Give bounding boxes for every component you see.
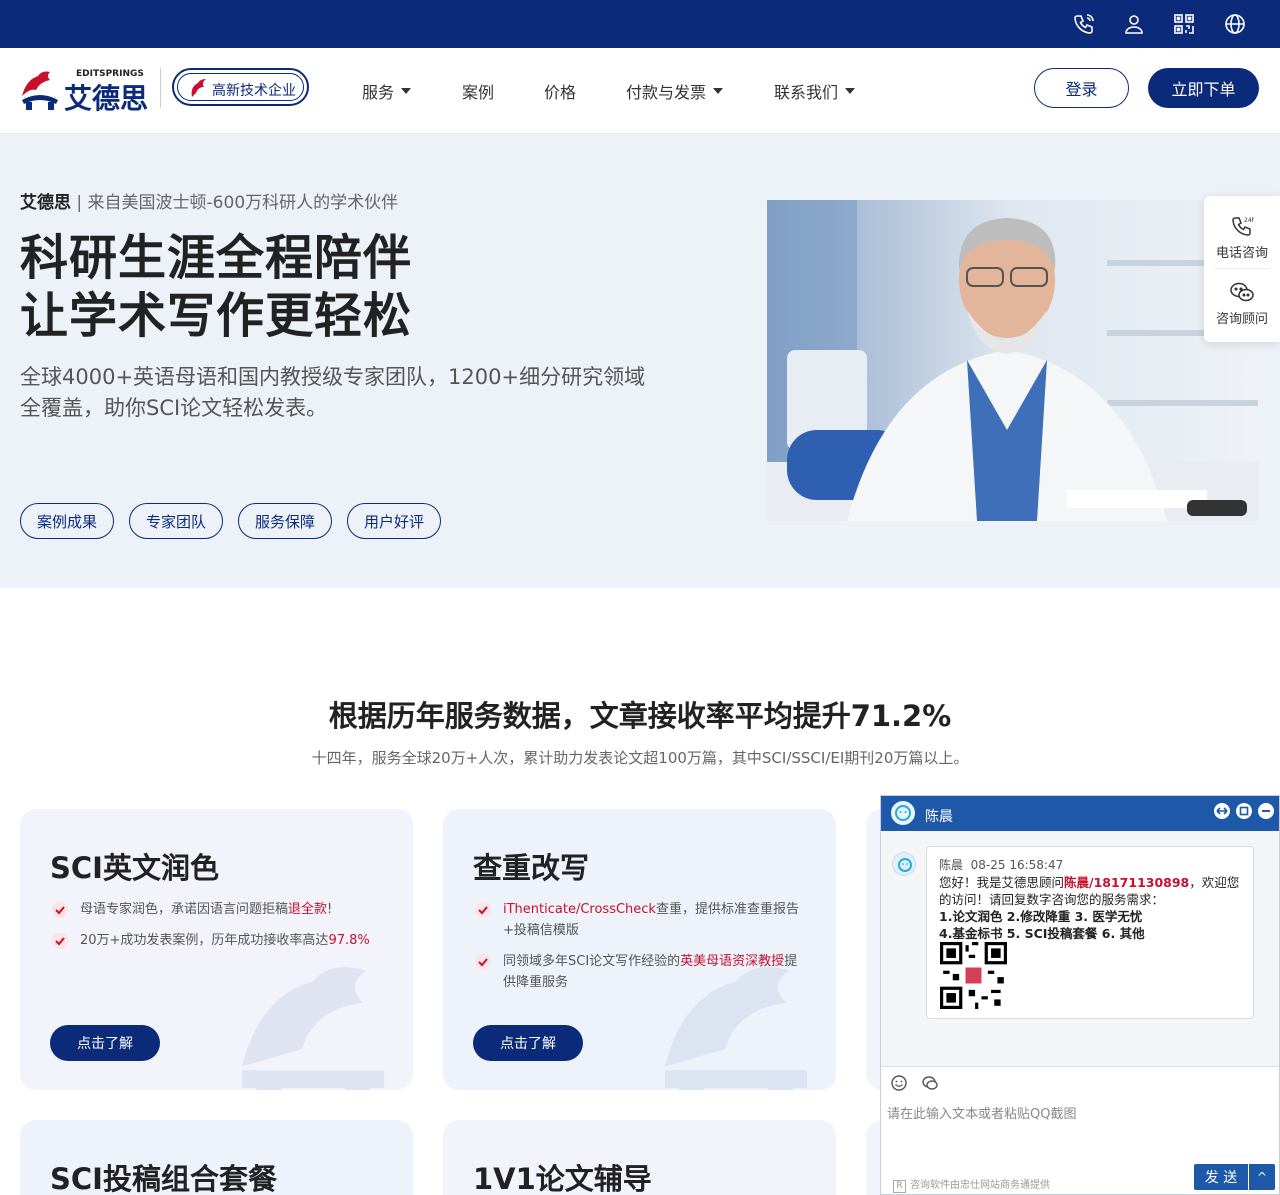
- phone-icon[interactable]: [1072, 12, 1096, 36]
- agent-avatar-icon: [892, 852, 916, 876]
- logo-divider: [160, 68, 161, 108]
- chat-header: 陈晨: [881, 796, 1279, 831]
- nav-item-payment[interactable]: 付款与发票: [626, 79, 724, 103]
- flame-icon: [191, 79, 206, 97]
- login-button[interactable]: 登录: [1034, 68, 1129, 108]
- qrcode-icon[interactable]: [1172, 12, 1196, 36]
- check-icon: [475, 954, 491, 970]
- screenshot-icon[interactable]: [921, 1074, 939, 1092]
- logo-en: EDITSPRINGS: [76, 69, 144, 79]
- hero-tagline: 艾德思 | 来自美国波士顿-600万科研人的学术伙伴: [20, 193, 399, 213]
- globe-icon[interactable]: [1223, 12, 1247, 36]
- card-title: 1V1论文辅导: [473, 1162, 652, 1195]
- pill-reviews[interactable]: 用户好评: [347, 503, 441, 539]
- phone-24h-icon: 24h: [1232, 217, 1254, 236]
- card-feature: 20万+成功发表案例，历年成功接收率高达97.8%: [50, 930, 380, 951]
- service-card-tutoring: 1V1论文辅导: [443, 1120, 836, 1195]
- hero-scientist-photo: [767, 200, 1258, 521]
- hero-section: 艾德思 | 来自美国波士顿-600万科研人的学术伙伴 科研生涯全程陪伴 让学术写…: [0, 134, 1280, 588]
- service-card-plagiarism: 查重改写 iThenticate/CrossCheck查重，提供标准查重报告+投…: [443, 809, 836, 1090]
- check-icon: [52, 902, 68, 918]
- agent-avatar-icon: [891, 801, 915, 825]
- learn-more-button[interactable]: 点击了解: [50, 1025, 160, 1061]
- nav-item-pricing[interactable]: 价格: [544, 79, 576, 103]
- learn-more-button[interactable]: 点击了解: [473, 1025, 583, 1061]
- card-feature: iThenticate/CrossCheck查重，提供标准查重报告+投稿信模版: [473, 899, 803, 941]
- qr-code-image: [940, 942, 1007, 1009]
- stats-subtitle: 十四年，服务全球20万+人次，累计助力发表论文超100万篇，其中SCI/SSCI…: [311, 749, 969, 767]
- chat-input[interactable]: 请在此输入文本或者粘贴QQ截图: [887, 1103, 1267, 1122]
- nav-item-services[interactable]: 服务: [362, 79, 412, 103]
- wechat-icon: [1230, 282, 1254, 302]
- nav-item-contact[interactable]: 联系我们: [774, 79, 856, 103]
- svg-text:24h: 24h: [1244, 217, 1254, 224]
- pill-experts[interactable]: 专家团队: [129, 503, 223, 539]
- logo-cn: 艾德思: [64, 82, 148, 114]
- nav-item-cases[interactable]: 案例: [462, 79, 494, 103]
- card-feature: 同领域多年SCI论文写作经验的英美母语资深教授提供降重服务: [473, 951, 803, 993]
- minimize-icon[interactable]: [1258, 803, 1274, 819]
- chevron-down-icon: [845, 88, 856, 94]
- chat-message-bubble: 陈晨 08-25 16:58:47 您好！我是艾德思顾问陈晨/181711308…: [926, 846, 1254, 1019]
- chevron-down-icon: [401, 88, 412, 94]
- logo[interactable]: EDITSPRINGS 艾德思: [20, 66, 150, 115]
- badge-label: 高新技术企业: [212, 83, 296, 99]
- user-icon[interactable]: [1122, 12, 1146, 36]
- card-title: SCI英文润色: [50, 851, 219, 885]
- resize-icon[interactable]: [1214, 803, 1230, 819]
- maximize-icon[interactable]: [1236, 803, 1252, 819]
- pill-guarantee[interactable]: 服务保障: [238, 503, 332, 539]
- service-card-submission: SCI投稿组合套餐: [20, 1120, 413, 1195]
- card-title: 查重改写: [473, 851, 590, 885]
- logo-watermark: [241, 967, 385, 1090]
- check-icon: [52, 933, 68, 949]
- pill-cases[interactable]: 案例成果: [20, 503, 114, 539]
- message-meta: 陈晨 08-25 16:58:47: [939, 858, 1064, 872]
- top-bar: [0, 0, 1280, 48]
- check-icon: [475, 902, 491, 918]
- side-float-panel: 24h 电话咨询 咨询顾问: [1204, 196, 1280, 342]
- hero-headline: 科研生涯全程陪伴 让学术写作更轻松: [20, 230, 413, 344]
- card-title: SCI投稿组合套餐: [50, 1162, 277, 1195]
- chat-agent-name: 陈晨: [925, 809, 953, 825]
- card-feature: 母语专家润色，承诺因语言问题拒稿退全款!: [50, 899, 380, 920]
- chat-footer-note: R 咨询软件由忠仕网站商务通提供: [893, 1176, 1050, 1193]
- chat-toolbar: [881, 1066, 1279, 1098]
- emoji-icon[interactable]: [890, 1074, 908, 1092]
- service-card-polishing: SCI英文润色 母语专家润色，承诺因语言问题拒稿退全款! 20万+成功发表案例，…: [20, 809, 413, 1090]
- chat-widget: 陈晨 陈晨 08-25 16:58:47 您好！我是艾德思顾问陈晨/181711…: [880, 795, 1280, 1195]
- stats-title: 根据历年服务数据，文章接收率平均提升71.2%: [328, 699, 952, 733]
- main-nav: EDITSPRINGS 艾德思 高新技术企业 服务 案例 价格 付款与发票 联系…: [0, 48, 1280, 134]
- side-phone-consult[interactable]: 24h 电话咨询: [1204, 214, 1280, 261]
- hero-subline: 全球4000+英语母语和国内教授级专家团队，1200+细分研究领域全覆盖，助你S…: [20, 365, 646, 420]
- send-button[interactable]: 发 送: [1194, 1164, 1248, 1190]
- order-now-button[interactable]: 立即下单: [1148, 68, 1259, 108]
- send-options-button[interactable]: ^: [1249, 1164, 1275, 1190]
- chat-messages: 陈晨 08-25 16:58:47 您好！我是艾德思顾问陈晨/181711308…: [881, 831, 1279, 1066]
- chevron-down-icon: [713, 88, 724, 94]
- side-advisor-consult[interactable]: 咨询顾问: [1204, 280, 1280, 327]
- high-tech-badge: 高新技术企业: [172, 68, 309, 106]
- message-text: 您好！我是艾德思顾问陈晨/18171130898，欢迎您的访问！请回复数字咨询您…: [939, 875, 1240, 941]
